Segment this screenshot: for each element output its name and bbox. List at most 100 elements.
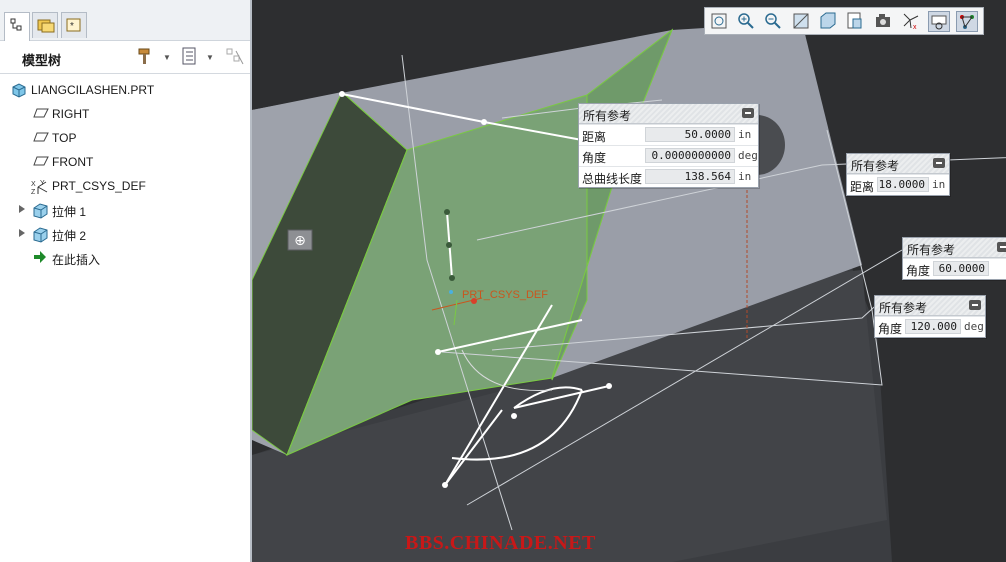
reference-value-field[interactable]: 50.0000: [645, 127, 735, 142]
folder-icon: [37, 19, 55, 33]
reference-label: 角度: [582, 151, 607, 165]
list-icon: [182, 47, 196, 65]
tree-item-part[interactable]: LIANGCILASHEN.PRT: [0, 79, 250, 101]
reference-label: 角度: [906, 264, 931, 278]
saved-views-icon: [847, 12, 862, 29]
reference-box-title: 所有参考: [583, 109, 632, 123]
tree-item-extrude-1[interactable]: 拉伸 1: [0, 199, 250, 221]
graphics-window[interactable]: ⊕ PRT_CSYS_DEF x 所有参考 距离 50.0000 in 角度 0…: [252, 0, 1006, 562]
reference-row: 角度 0.0000000000 deg: [579, 145, 758, 166]
model-canvas[interactable]: ⊕: [252, 0, 1006, 562]
tree-item-insert-here[interactable]: 在此插入: [0, 247, 250, 269]
reference-value-field[interactable]: 138.564: [645, 169, 735, 184]
reference-box-title: 所有参考: [851, 159, 900, 173]
reference-value-field[interactable]: 0.0000000000: [645, 148, 735, 163]
annotation-display-icon: [960, 15, 974, 29]
csys-label: PRT_CSYS_DEF: [462, 289, 548, 301]
reference-value-field[interactable]: 120.000: [905, 319, 961, 334]
part-icon: [12, 83, 26, 98]
tree-item-label: 拉伸 1: [52, 205, 87, 219]
zoom-out-button[interactable]: [763, 11, 785, 32]
view-manager-icon: [876, 14, 890, 27]
annotation-display-button[interactable]: [956, 11, 978, 32]
reference-unit: deg: [964, 320, 984, 333]
zoom-in-button[interactable]: [736, 11, 758, 32]
reference-label: 距离: [850, 180, 875, 194]
reference-unit: in: [932, 178, 946, 191]
tree-item-label: RIGHT: [52, 107, 90, 121]
refit-icon: [711, 13, 727, 29]
tab-favorites[interactable]: *: [61, 12, 87, 38]
collapse-icon[interactable]: [742, 108, 754, 118]
datum-plane-icon: [33, 108, 49, 118]
tree-item-label: TOP: [52, 131, 77, 145]
reference-unit: deg: [738, 149, 758, 162]
coordinate-system-icon: X YZ: [31, 180, 48, 195]
reference-box-header[interactable]: 所有参考: [579, 104, 758, 124]
reference-box-header[interactable]: 所有参考: [847, 154, 949, 174]
collapse-icon[interactable]: [997, 242, 1006, 252]
datum-display-icon: x: [903, 13, 919, 31]
reference-row: 总曲线长度 138.564 in: [579, 166, 758, 187]
reference-row: 距离 50.0000 in: [579, 124, 758, 145]
collapse-icon[interactable]: [933, 158, 945, 168]
extrude-icon: [33, 227, 48, 243]
reference-box[interactable]: 所有参考 距离 18.0000 in: [846, 153, 950, 196]
display-style-icon: [820, 12, 836, 29]
tree-item-label: 在此插入: [52, 253, 101, 267]
saved-views-button[interactable]: [845, 11, 867, 32]
reference-box-header[interactable]: 所有参考: [875, 296, 985, 316]
reference-box-title: 所有参考: [879, 301, 928, 315]
reference-unit: in: [738, 128, 752, 141]
reference-box[interactable]: 所有参考 距离 50.0000 in 角度 0.0000000000 deg 总…: [578, 103, 759, 188]
datum-display-button[interactable]: x: [901, 11, 923, 32]
show-menu-button[interactable]: [180, 46, 202, 68]
tree-item-front[interactable]: FRONT: [0, 151, 250, 173]
tab-model-tree[interactable]: [4, 12, 30, 41]
tree-item-csys[interactable]: XYZ PRT_CSYS_DEF: [0, 175, 250, 197]
display-style-button[interactable]: [818, 11, 840, 32]
settings-hammer-button[interactable]: [136, 46, 158, 68]
tree-item-extrude-2[interactable]: 拉伸 2: [0, 223, 250, 245]
reference-box[interactable]: 所有参考 角度 120.000 deg: [874, 295, 986, 338]
collapse-icon[interactable]: [969, 300, 981, 310]
refit-button[interactable]: [709, 11, 731, 32]
reference-value-field[interactable]: 18.0000: [877, 177, 929, 192]
spin-center-button[interactable]: [928, 11, 950, 32]
site-watermark: BBS.CHINADE.NET: [405, 532, 596, 554]
repaint-icon: [793, 13, 809, 29]
reference-row: 距离 18.0000 in: [847, 174, 949, 195]
tree-item-label: 拉伸 2: [52, 229, 87, 243]
zoom-in-icon: [738, 13, 754, 29]
svg-text:*: *: [70, 21, 74, 32]
chevron-down-icon[interactable]: ▼: [206, 53, 214, 62]
expand-arrow-icon[interactable]: [19, 229, 25, 237]
expand-arrow-icon[interactable]: [19, 205, 25, 213]
svg-text:x: x: [913, 24, 917, 31]
model-tree-header: 模型树 ▼ ▼: [0, 41, 250, 74]
tree-filter-button[interactable]: [224, 46, 246, 68]
reference-label: 距离: [582, 130, 607, 144]
model-tree-panel: * 模型树 ▼ ▼ LIANGCILASHEN.PRT RIGHT TOP FR…: [0, 0, 252, 562]
reference-box[interactable]: 所有参考 角度 60.0000: [902, 237, 1006, 280]
reference-label: 角度: [878, 322, 903, 336]
svg-text:X: X: [31, 181, 36, 188]
spin-center-icon: [931, 15, 947, 30]
model-tree-title: 模型树: [22, 53, 62, 68]
tab-folder-browser[interactable]: [32, 12, 58, 38]
reference-unit: in: [738, 170, 752, 183]
reference-row: 角度 60.0000: [903, 258, 1006, 279]
zoom-out-icon: [765, 13, 781, 29]
tree-item-label: PRT_CSYS_DEF: [52, 179, 146, 193]
repaint-button[interactable]: [791, 11, 813, 32]
plus-icon: ⊕: [294, 232, 306, 248]
view-manager-button[interactable]: [873, 11, 895, 32]
tree-item-top[interactable]: TOP: [0, 127, 250, 149]
reference-value-field[interactable]: 60.0000: [933, 261, 989, 276]
datum-plane-icon: [33, 132, 49, 142]
tree-item-label: LIANGCILASHEN.PRT: [31, 83, 155, 97]
chevron-down-icon[interactable]: ▼: [163, 53, 171, 62]
reference-box-header[interactable]: 所有参考: [903, 238, 1006, 258]
tree-item-right[interactable]: RIGHT: [0, 103, 250, 125]
tree-filter-icon: [226, 48, 244, 65]
